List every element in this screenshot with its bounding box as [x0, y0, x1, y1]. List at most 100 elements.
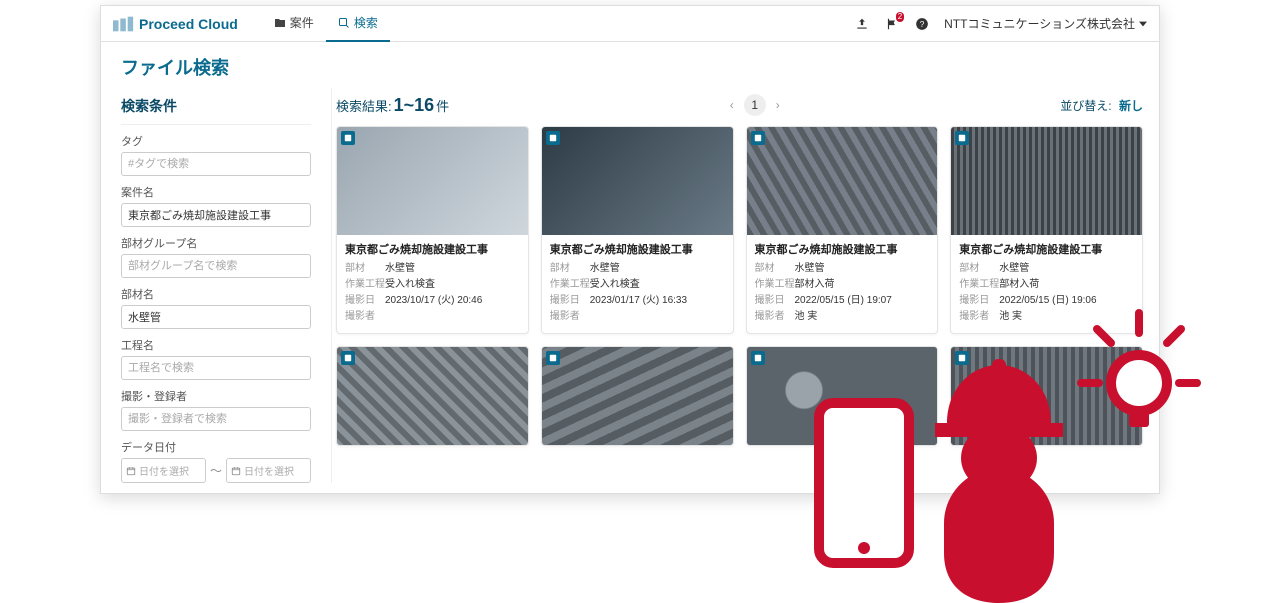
image-type-icon: [546, 131, 560, 145]
meta-val-process: 部材入荷: [999, 277, 1039, 293]
thumbnail: [542, 347, 733, 446]
folder-icon: [274, 17, 286, 29]
date-from-placeholder: 日付を選択: [139, 463, 189, 478]
upload-icon: [855, 17, 869, 31]
result-card[interactable]: [541, 346, 734, 446]
app-window: Proceed Cloud 案件 検索 2 ? NTT: [100, 5, 1160, 494]
result-card[interactable]: 東京都ごみ焼却施設建設工事 部材水壁管 作業工程部材入荷 撮影日2022/05/…: [746, 126, 939, 334]
topbar-right: 2 ? NTTコミュニケーションズ株式会社: [854, 15, 1147, 32]
help-button[interactable]: ?: [914, 16, 930, 32]
card-body: 東京都ごみ焼却施設建設工事 部材水壁管 作業工程部材入荷 撮影日2022/05/…: [951, 235, 1142, 333]
meta-key-author: 撮影者: [345, 309, 385, 325]
meta-val-process: 受入れ検査: [385, 277, 435, 293]
process-input[interactable]: [121, 356, 311, 380]
chevron-down-icon: [1139, 20, 1147, 28]
result-card[interactable]: [336, 346, 529, 446]
image-type-icon: [751, 131, 765, 145]
brand-name: Proceed Cloud: [139, 16, 238, 32]
tab-cases-label: 案件: [290, 14, 314, 31]
upload-button[interactable]: [854, 16, 870, 32]
body: 検索条件 タグ 案件名 部材グループ名 部材名 工程名 撮影・登録者 データ日付…: [101, 88, 1159, 493]
thumbnail: [951, 347, 1142, 446]
meta-val-date: 2022/05/15 (日) 19:06: [999, 293, 1096, 309]
thumbnail: [951, 127, 1142, 235]
results-area: 検索結果: 1~16 件 ‹ 1 › 並び替え: 新し: [331, 88, 1159, 483]
results-bar: 検索結果: 1~16 件 ‹ 1 › 並び替え: 新し: [336, 88, 1143, 126]
sort-value: 新し: [1119, 99, 1143, 113]
card-title: 東京都ごみ焼却施設建設工事: [755, 241, 930, 257]
filters-heading: 検索条件: [121, 88, 311, 125]
meta-val-part: 水壁管: [999, 261, 1029, 277]
part-label: 部材名: [121, 286, 311, 302]
svg-text:?: ?: [920, 19, 925, 28]
thumbnail: [747, 347, 938, 446]
image-type-icon: [751, 351, 765, 365]
date-to-input[interactable]: 日付を選択: [226, 458, 311, 483]
search-tab-icon: [338, 17, 350, 29]
meta-key-part: 部材: [345, 261, 385, 277]
image-type-icon: [341, 131, 355, 145]
meta-val-part: 水壁管: [590, 261, 620, 277]
meta-val-part: 水壁管: [795, 261, 825, 277]
notif-badge: 2: [896, 12, 904, 22]
date-separator: 〜: [210, 462, 222, 479]
search-filters: 検索条件 タグ 案件名 部材グループ名 部材名 工程名 撮影・登録者 データ日付…: [101, 88, 331, 483]
help-icon: ?: [915, 17, 929, 31]
pager-page-1[interactable]: 1: [744, 94, 766, 116]
pager: ‹ 1 ›: [730, 94, 780, 116]
date-range: 日付を選択 〜 日付を選択: [121, 458, 311, 483]
meta-val-process: 部材入荷: [795, 277, 835, 293]
results-range: 1~16: [394, 95, 435, 116]
result-card[interactable]: [950, 346, 1143, 446]
group-label: 部材グループ名: [121, 235, 311, 251]
image-type-icon: [955, 351, 969, 365]
tag-input[interactable]: [121, 152, 311, 176]
meta-key-process: 作業工程: [345, 277, 385, 293]
image-type-icon: [955, 131, 969, 145]
notifications-button[interactable]: 2: [884, 16, 900, 32]
tab-search[interactable]: 検索: [326, 6, 390, 42]
process-label: 工程名: [121, 337, 311, 353]
meta-val-author: 池 実: [795, 309, 818, 325]
meta-key-date: 撮影日: [345, 293, 385, 309]
image-type-icon: [546, 351, 560, 365]
pager-next[interactable]: ›: [776, 98, 780, 112]
result-card[interactable]: 東京都ごみ焼却施設建設工事 部材水壁管 作業工程受入れ検査 撮影日2023/10…: [336, 126, 529, 334]
calendar-icon: [126, 466, 136, 476]
card-body: 東京都ごみ焼却施設建設工事 部材水壁管 作業工程受入れ検査 撮影日2023/01…: [542, 235, 733, 333]
part-input[interactable]: [121, 305, 311, 329]
meta-val-author: 池 実: [999, 309, 1022, 325]
meta-key-part: 部材: [959, 261, 999, 277]
thumbnail: [542, 127, 733, 235]
card-title: 東京都ごみ焼却施設建設工事: [550, 241, 725, 257]
thumbnail: [747, 127, 938, 235]
org-selector[interactable]: NTTコミュニケーションズ株式会社: [944, 15, 1147, 32]
group-input[interactable]: [121, 254, 311, 278]
meta-key-author: 撮影者: [959, 309, 999, 325]
author-input[interactable]: [121, 407, 311, 431]
tag-label: タグ: [121, 133, 311, 149]
result-card[interactable]: [746, 346, 939, 446]
result-card[interactable]: 東京都ごみ焼却施設建設工事 部材水壁管 作業工程部材入荷 撮影日2022/05/…: [950, 126, 1143, 334]
thumbnail: [337, 347, 528, 446]
pager-prev[interactable]: ‹: [730, 98, 734, 112]
meta-key-process: 作業工程: [755, 277, 795, 293]
results-grid: 東京都ごみ焼却施設建設工事 部材水壁管 作業工程受入れ検査 撮影日2023/10…: [336, 126, 1143, 446]
sort-selector[interactable]: 並び替え: 新し: [1060, 97, 1143, 114]
org-name: NTTコミュニケーションズ株式会社: [944, 15, 1135, 32]
results-label: 検索結果:: [336, 96, 392, 115]
sort-label: 並び替え:: [1060, 99, 1111, 113]
results-unit: 件: [436, 96, 449, 115]
image-type-icon: [341, 351, 355, 365]
tab-cases[interactable]: 案件: [262, 6, 326, 42]
date-from-input[interactable]: 日付を選択: [121, 458, 206, 483]
meta-key-date: 撮影日: [550, 293, 590, 309]
meta-key-date: 撮影日: [755, 293, 795, 309]
brand-logo[interactable]: Proceed Cloud: [113, 16, 238, 32]
card-title: 東京都ごみ焼却施設建設工事: [345, 241, 520, 257]
result-card[interactable]: 東京都ごみ焼却施設建設工事 部材水壁管 作業工程受入れ検査 撮影日2023/01…: [541, 126, 734, 334]
meta-key-part: 部材: [550, 261, 590, 277]
brand-icon: [113, 16, 135, 32]
project-input[interactable]: [121, 203, 311, 227]
meta-val-date: 2022/05/15 (日) 19:07: [795, 293, 892, 309]
